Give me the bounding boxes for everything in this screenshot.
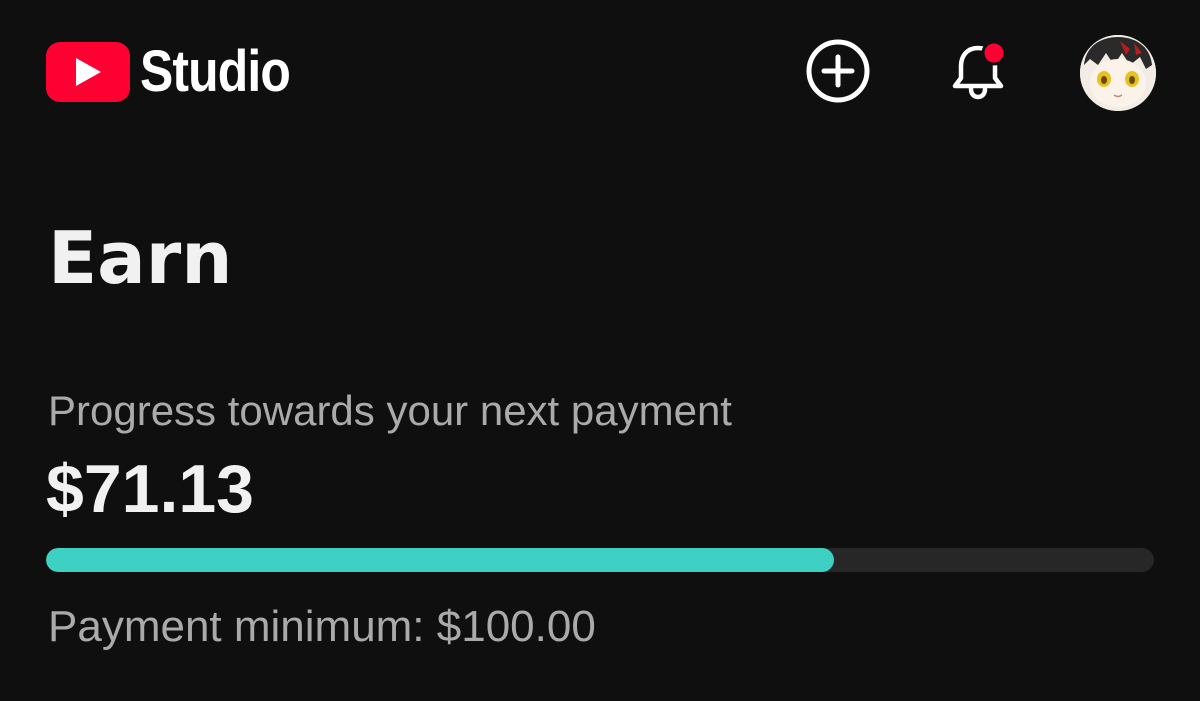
progress-label: Progress towards your next payment — [48, 387, 732, 434]
logo-text: Studio — [140, 39, 291, 104]
top-app-bar: Studio — [0, 0, 1200, 150]
notifications-button[interactable] — [938, 31, 1018, 111]
bell-icon — [952, 40, 1007, 100]
youtube-studio-logo[interactable]: Studio — [46, 36, 314, 108]
payment-progress-fill — [46, 548, 835, 572]
account-button[interactable] — [1080, 35, 1156, 111]
current-earnings-amount: $71.13 — [46, 451, 254, 527]
add-circle-icon — [806, 39, 870, 103]
payment-progress-bar — [46, 548, 1154, 572]
payment-minimum-label: Payment minimum: $100.00 — [48, 602, 596, 651]
avatar — [1080, 35, 1156, 111]
page-title: Earn — [48, 216, 233, 300]
youtube-play-icon — [46, 42, 130, 102]
notification-dot — [981, 40, 1007, 66]
create-button[interactable] — [798, 31, 878, 111]
